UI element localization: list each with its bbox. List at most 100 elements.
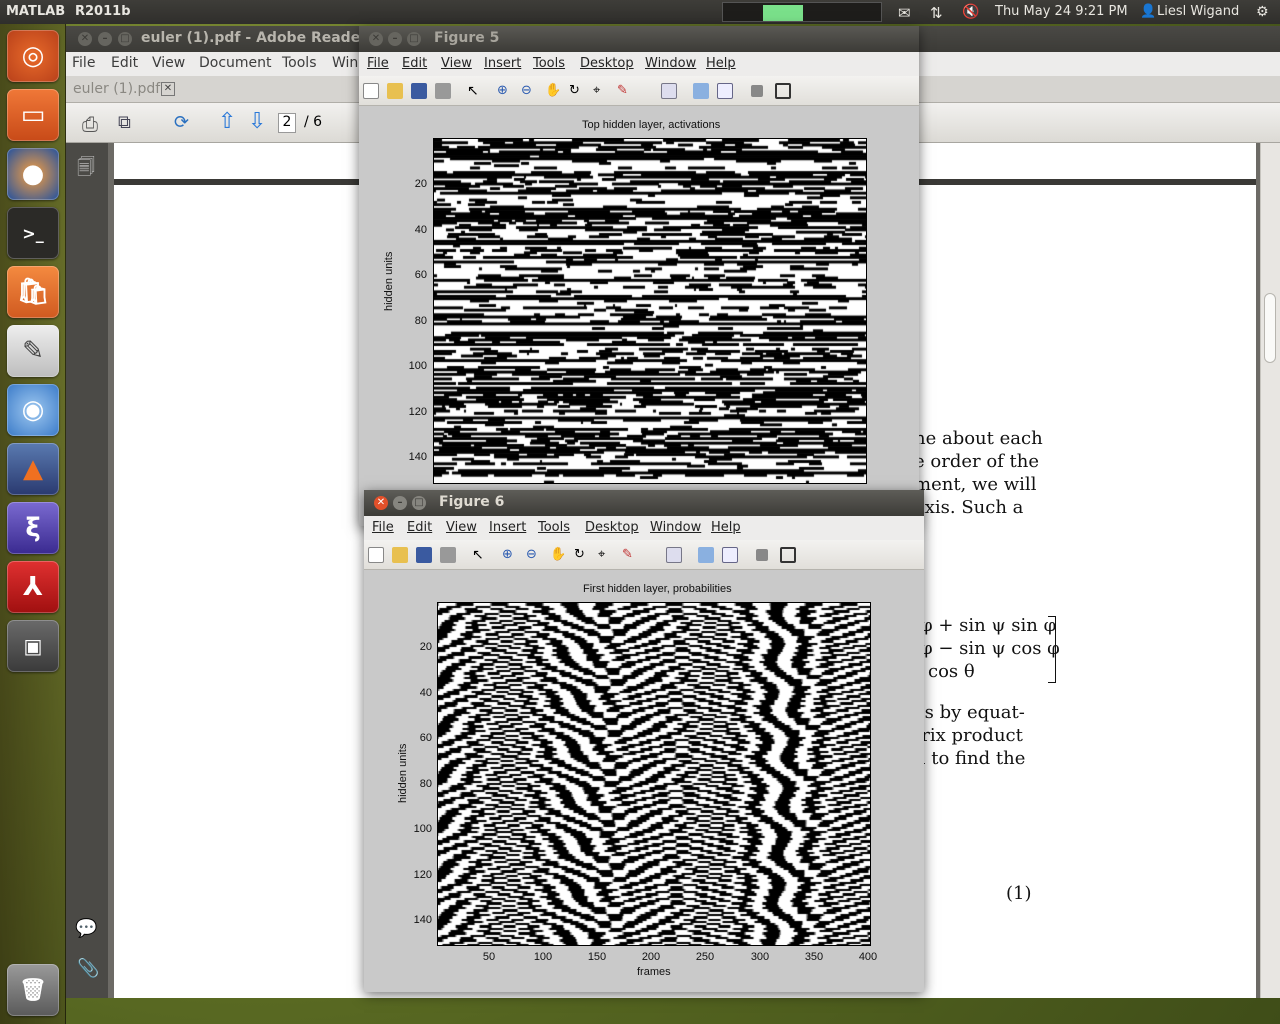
zoom-in-icon[interactable]: ⊕ [497,83,513,99]
adobe-reader-icon[interactable]: ⅄ [7,561,59,613]
workspace-switcher-icon[interactable]: ▣ [7,620,59,672]
brush-icon[interactable]: ✎ [622,547,638,563]
data-cursor-icon[interactable]: ⌖ [598,547,614,563]
open-icon[interactable] [392,547,408,563]
activation-heatmap[interactable] [433,138,867,484]
menu-file[interactable]: File [72,55,95,71]
rotate-icon[interactable]: ↻ [569,83,585,99]
menu-window[interactable]: Win [332,55,358,71]
menu-edit[interactable]: Edit [407,520,432,535]
mail-icon[interactable]: ✉ [898,4,911,22]
close-icon[interactable]: ✕ [78,32,92,46]
text-editor-icon[interactable]: ✎ [7,325,59,377]
print-icon[interactable] [435,83,451,99]
sync-icon[interactable]: ⟳ [174,112,189,133]
zoom-out-icon[interactable]: ⊖ [526,547,542,563]
menu-file[interactable]: File [367,56,389,71]
brush-icon[interactable]: ✎ [617,83,633,99]
matlab-icon[interactable]: ▲ [7,443,59,495]
pan-icon[interactable]: ✋ [545,83,561,99]
menu-view[interactable]: View [446,520,477,535]
reader-window-title: euler (1).pdf - Adobe Reader [141,30,368,46]
comments-icon[interactable]: 💬 [75,918,97,939]
scrollbar-thumb[interactable] [1264,293,1276,363]
close-icon[interactable]: ✕ [374,496,388,510]
ubuntu-dash-icon[interactable]: ◎ [7,30,59,82]
new-figure-icon[interactable] [363,83,379,99]
minimize-icon[interactable]: – [388,32,402,46]
link-icon[interactable] [666,547,682,563]
menu-window[interactable]: Window [650,520,701,535]
close-tab-icon[interactable]: ✕ [161,82,175,96]
pages-panel-icon[interactable]: 🗐 [77,155,95,185]
figure-5-titlebar[interactable]: ✕ – □ Figure 5 [359,26,919,52]
save-icon[interactable] [416,547,432,563]
user-name[interactable]: Liesl Wigand [1157,4,1239,19]
attachments-icon[interactable]: 📎 [77,958,99,979]
maximize-icon[interactable]: □ [412,496,426,510]
menu-view[interactable]: View [441,56,472,71]
menu-edit[interactable]: Edit [111,55,138,71]
pan-icon[interactable]: ✋ [550,547,566,563]
firefox-icon[interactable]: ● [7,148,59,200]
menu-file[interactable]: File [372,520,394,535]
close-icon[interactable]: ✕ [369,32,383,46]
rotate-icon[interactable]: ↻ [574,547,590,563]
share-icon[interactable]: ⧉ [118,112,131,133]
menu-tools[interactable]: Tools [282,55,317,71]
zoom-out-icon[interactable]: ⊖ [521,83,537,99]
menu-help[interactable]: Help [711,520,741,535]
software-center-icon[interactable]: 🛍 [7,266,59,318]
menu-help[interactable]: Help [706,56,736,71]
menu-insert[interactable]: Insert [489,520,526,535]
print-icon[interactable] [440,547,456,563]
menu-insert[interactable]: Insert [484,56,521,71]
menu-tools[interactable]: Tools [533,56,565,71]
menu-tools[interactable]: Tools [538,520,570,535]
menu-edit[interactable]: Edit [402,56,427,71]
menu-desktop[interactable]: Desktop [580,56,634,71]
print-icon[interactable]: ⎙ [82,112,98,136]
terminal-icon[interactable]: >_ [7,207,59,259]
files-icon[interactable]: ▭ [7,89,59,141]
maximize-icon[interactable]: □ [407,32,421,46]
chromium-icon[interactable]: ◉ [7,384,59,436]
menu-document[interactable]: Document [199,55,272,71]
pointer-icon[interactable]: ↖ [467,83,483,99]
document-tab[interactable]: euler (1).pdf [73,81,160,97]
network-icon[interactable]: ⇅ [930,4,943,22]
document-scrollbar[interactable] [1260,143,1280,998]
menu-view[interactable]: View [152,55,185,71]
save-icon[interactable] [411,83,427,99]
maximize-icon[interactable]: □ [118,32,132,46]
probability-heatmap[interactable] [437,602,871,946]
link-icon[interactable] [661,83,677,99]
pointer-icon[interactable]: ↖ [472,547,488,563]
data-cursor-icon[interactable]: ⌖ [593,83,609,99]
colorbar-icon[interactable] [698,547,714,563]
system-monitor-indicator[interactable] [722,2,882,22]
next-page-icon[interactable]: ⇩ [248,109,266,134]
menu-window[interactable]: Window [645,56,696,71]
zoom-in-icon[interactable]: ⊕ [502,547,518,563]
menu-desktop[interactable]: Desktop [585,520,639,535]
colorbar-icon[interactable] [693,83,709,99]
legend-icon[interactable] [717,83,733,99]
page-number-input[interactable]: 2 [278,113,296,133]
minimize-icon[interactable]: – [393,496,407,510]
clock[interactable]: Thu May 24 9:21 PM [995,4,1128,19]
new-figure-icon[interactable] [368,547,384,563]
figure-6-titlebar[interactable]: ✕ – □ Figure 6 [364,490,924,516]
trash-icon[interactable]: 🗑 [7,964,59,1016]
emacs-icon[interactable]: ξ [7,502,59,554]
dock-icon[interactable] [775,83,791,99]
hide-tools-icon[interactable] [756,549,768,561]
power-gear-icon[interactable]: ⚙ [1256,4,1269,20]
volume-muted-icon[interactable]: 🔇 [962,4,979,20]
minimize-icon[interactable]: – [98,32,112,46]
open-icon[interactable] [387,83,403,99]
previous-page-icon[interactable]: ⇧ [218,109,236,134]
legend-icon[interactable] [722,547,738,563]
hide-tools-icon[interactable] [751,85,763,97]
dock-icon[interactable] [780,547,796,563]
